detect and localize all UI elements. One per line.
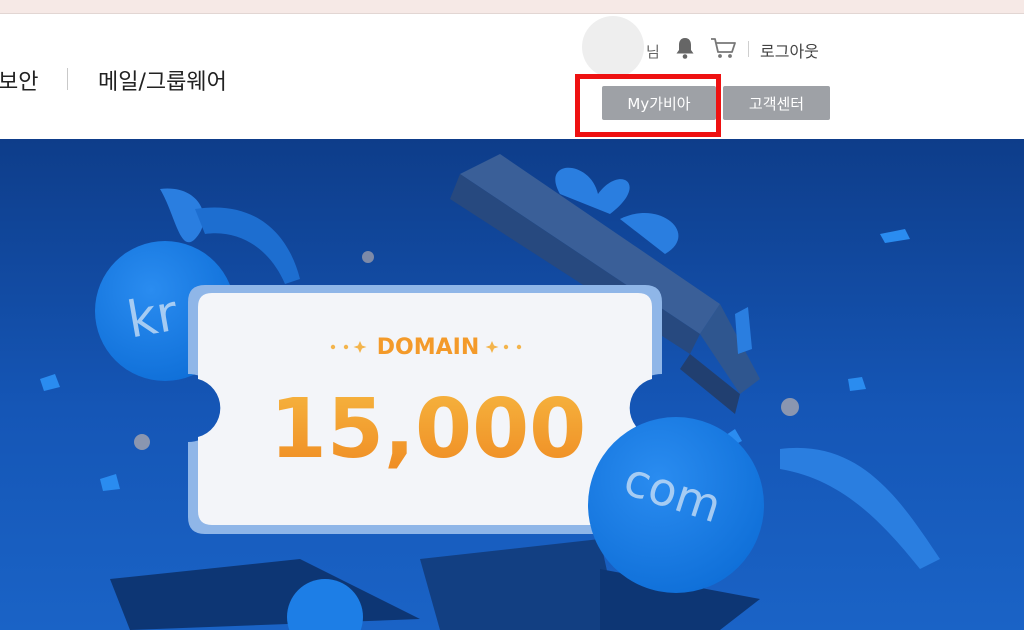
user-avatar[interactable] [582,16,644,78]
bell-icon[interactable] [674,36,696,60]
ribbon-shape [160,188,204,243]
nav-item-mail-groupware[interactable]: 메일/그룹웨어 [98,64,227,96]
promo-banner[interactable]: DOMAIN 15,000 kr com [0,139,1024,630]
nav-separator [67,68,68,90]
gift-box-flap [110,559,420,630]
confetti-dot [362,251,374,263]
logout-link[interactable]: 로그아웃 [760,38,819,62]
confetti [100,474,120,491]
confetti [40,374,60,391]
highlight-box [575,74,721,137]
cart-icon[interactable] [710,36,738,60]
confetti-dot [134,434,150,450]
promo-illustration: DOMAIN 15,000 kr com [40,154,940,630]
site-header: 보안 메일/그룹웨어 님 로그아웃 My가비아 고객센터 [0,14,1024,139]
user-name-suffix: 님 [646,43,660,61]
utility-separator [748,41,749,57]
customer-center-button[interactable]: 고객센터 [723,86,830,120]
coupon-label: DOMAIN [377,335,479,360]
coupon-amount: 15,000 [270,382,586,477]
kr-bubble-label: kr [123,284,182,350]
confetti-dot [781,398,799,416]
browser-top-strip [0,0,1024,14]
gift-box-flap [420,539,620,630]
ribbon-shape [780,447,940,569]
nav-item-security[interactable]: 보안 [0,64,38,96]
confetti [848,377,866,391]
confetti [880,229,910,243]
